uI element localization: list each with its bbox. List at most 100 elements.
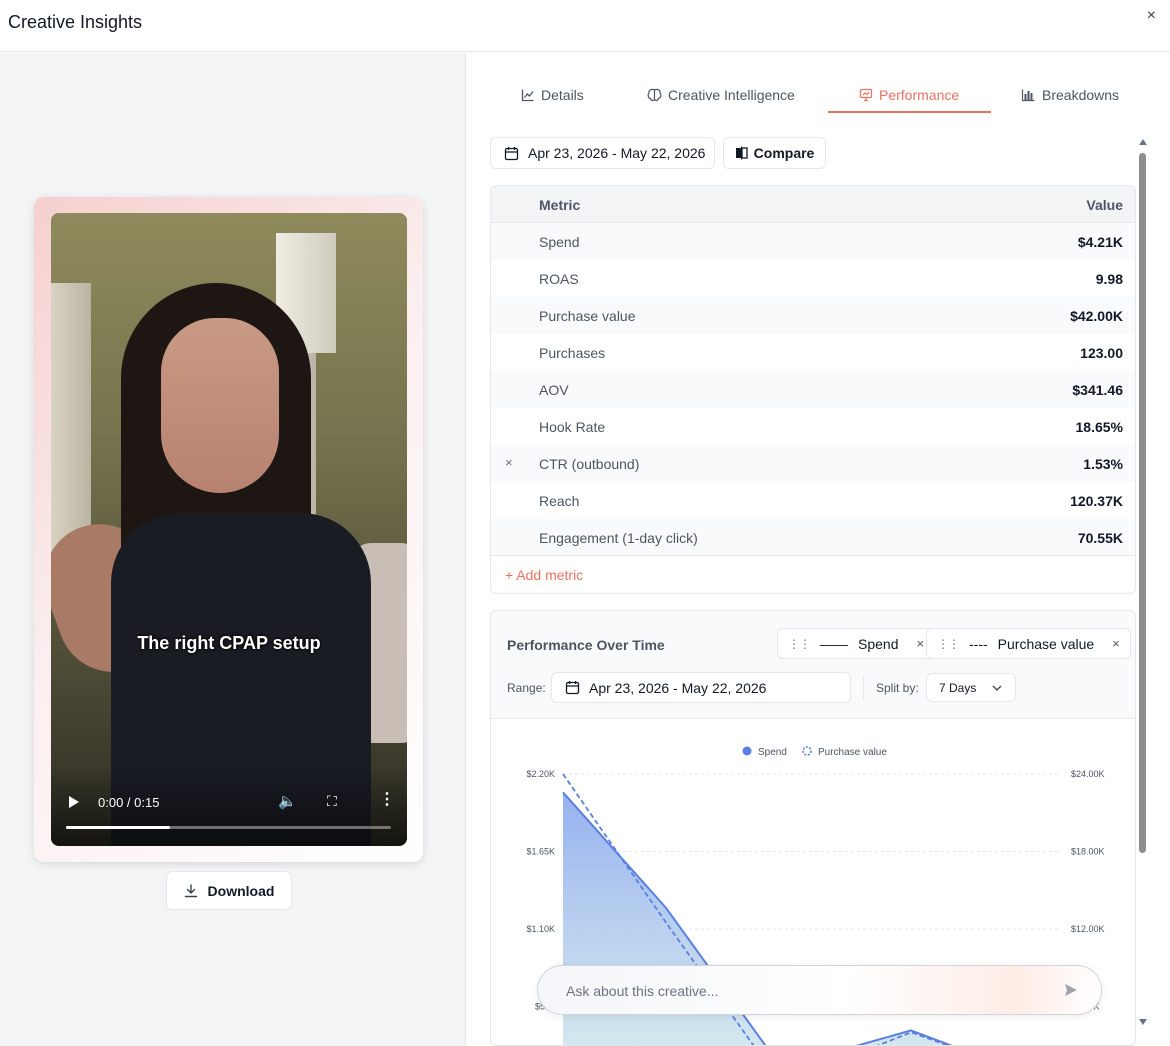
video-progress-bar[interactable]	[66, 826, 391, 829]
compare-label: Compare	[753, 145, 815, 161]
table-row[interactable]: Purchase value $42.00K	[491, 297, 1135, 334]
metric-name: Spend	[539, 234, 580, 250]
range-label: Range:	[507, 681, 546, 695]
metric-value: 9.98	[1095, 271, 1123, 287]
table-row[interactable]: AOV $341.46	[491, 371, 1135, 408]
send-icon[interactable]	[1063, 982, 1079, 998]
metric-name: AOV	[539, 382, 569, 398]
y-left-tick-label: $1.65K	[526, 847, 555, 857]
tab-breakdowns[interactable]: Breakdowns	[1021, 87, 1119, 103]
split-by-select[interactable]: 7 Days	[926, 673, 1016, 702]
metric-value: 1.53%	[1083, 456, 1123, 472]
video-card: The right CPAP setup 0:00 / 0:15 🔈 ⛶ ⋮	[34, 197, 423, 862]
calendar-icon	[565, 681, 580, 695]
metric-name: Purchases	[539, 345, 606, 361]
legend-label-purchase-value: Purchase value	[818, 747, 887, 758]
tab-creative-intelligence[interactable]: Creative Intelligence	[647, 87, 795, 103]
ask-placeholder: Ask about this creative...	[566, 983, 719, 999]
tab-bar: Details Creative Intelligence Performanc…	[467, 53, 1170, 113]
y-right-tick-label: $12.00K	[1071, 924, 1105, 934]
dialog-title: Creative Insights	[8, 12, 143, 32]
series-pill-spend[interactable]: ⋮⋮ —— Spend ×	[777, 628, 936, 659]
tab-breakdowns-label: Breakdowns	[1042, 87, 1120, 103]
range-value: Apr 23, 2026 - May 22, 2026	[589, 679, 767, 696]
video-player[interactable]: The right CPAP setup 0:00 / 0:15 🔈 ⛶ ⋮	[51, 213, 407, 846]
creative-preview-panel: The right CPAP setup 0:00 / 0:15 🔈 ⛶ ⋮ D…	[0, 53, 466, 1046]
split-by-value: 7 Days	[939, 680, 977, 695]
fullscreen-icon[interactable]: ⛶	[327, 793, 337, 810]
scroll-up-icon[interactable]	[1139, 139, 1147, 145]
divider	[863, 677, 864, 699]
tab-details[interactable]: Details	[521, 87, 584, 103]
table-row[interactable]: Hook Rate 18.65%	[491, 408, 1135, 445]
performance-controls: Performance Over Time ⋮⋮ —— Spend × ⋮⋮ -…	[491, 611, 1135, 719]
series-pill-label: Spend	[858, 635, 899, 652]
tab-performance[interactable]: Performance	[859, 87, 959, 103]
range-date-picker[interactable]: Apr 23, 2026 - May 22, 2026	[551, 672, 851, 703]
performance-title: Performance Over Time	[507, 637, 665, 653]
volume-icon[interactable]: 🔈	[278, 792, 297, 810]
legend-label-spend: Spend	[758, 747, 787, 758]
compare-icon	[735, 146, 748, 160]
scrollbar-thumb[interactable]	[1139, 153, 1146, 853]
chevron-down-icon	[992, 685, 1002, 691]
metric-value: $341.46	[1072, 382, 1123, 398]
bar-chart-icon	[1021, 89, 1035, 102]
table-row[interactable]: × CTR (outbound) 1.53%	[491, 445, 1135, 482]
metrics-table: Metric Value Spend $4.21K ROAS 9.98 Purcha…	[490, 185, 1136, 594]
tab-details-label: Details	[541, 87, 584, 103]
table-row[interactable]: Purchases 123.00	[491, 334, 1135, 371]
metrics-table-header: Metric Value	[491, 186, 1135, 223]
remove-series-icon[interactable]: ×	[1112, 636, 1120, 651]
insights-panel: Details Creative Intelligence Performanc…	[467, 53, 1170, 1046]
video-frame-person-face	[161, 318, 279, 493]
play-icon[interactable]	[69, 796, 79, 808]
metric-value: 70.55K	[1077, 530, 1123, 546]
compare-button[interactable]: Compare	[723, 137, 826, 169]
line-chart-icon	[521, 89, 534, 102]
value-column-header: Value	[1086, 197, 1123, 213]
metric-value: $4.21K	[1077, 234, 1123, 250]
scroll-down-icon[interactable]	[1139, 1019, 1147, 1025]
table-row[interactable]: Spend $4.21K	[491, 223, 1135, 260]
remove-series-icon[interactable]: ×	[916, 636, 924, 651]
download-label: Download	[207, 882, 275, 899]
date-range-picker[interactable]: Apr 23, 2026 - May 22, 2026	[490, 137, 715, 169]
video-caption: The right CPAP setup	[137, 633, 321, 653]
metric-name: CTR (outbound)	[539, 456, 640, 472]
drag-handle-icon[interactable]: ⋮⋮	[788, 637, 811, 651]
tab-creative-intelligence-label: Creative Intelligence	[668, 87, 795, 103]
presentation-chart-icon	[859, 88, 873, 102]
solid-line-icon: ——	[820, 635, 848, 652]
metrics-rows: Spend $4.21K ROAS 9.98 Purchase value $42.0…	[491, 223, 1135, 556]
table-row[interactable]: Reach 120.37K	[491, 482, 1135, 519]
y-left-tick-label: $2.20K	[526, 769, 555, 779]
remove-metric-icon[interactable]: ×	[505, 455, 513, 470]
download-button[interactable]: Download	[166, 871, 292, 910]
metric-name: Reach	[539, 493, 580, 509]
table-row[interactable]: Engagement (1-day click) 70.55K	[491, 519, 1135, 556]
y-right-tick-label: $18.00K	[1071, 847, 1105, 857]
drag-handle-icon[interactable]: ⋮⋮	[937, 637, 960, 651]
metric-value: $42.00K	[1070, 308, 1123, 324]
add-metric-button[interactable]: + Add metric	[491, 555, 1135, 593]
metric-name: Hook Rate	[539, 419, 606, 435]
table-row[interactable]: ROAS 9.98	[491, 260, 1135, 297]
metric-name: Engagement (1-day click)	[539, 530, 698, 546]
metric-column-header: Metric	[539, 197, 581, 213]
scrollbar[interactable]	[1137, 139, 1149, 1025]
close-icon[interactable]: ×	[1147, 7, 1156, 25]
y-right-tick-label: $24.00K	[1071, 769, 1105, 779]
legend-marker-purchase-value	[802, 746, 812, 756]
ask-creative-input[interactable]: Ask about this creative...	[537, 965, 1102, 1015]
split-by-label: Split by:	[876, 681, 919, 695]
video-progress-fill	[66, 826, 170, 829]
calendar-icon	[504, 146, 519, 160]
metric-value: 123.00	[1080, 345, 1123, 361]
metric-name: Purchase value	[539, 308, 636, 324]
dashed-line-icon: ----	[969, 635, 988, 652]
legend-marker-spend	[742, 746, 752, 756]
series-pill-purchase-value[interactable]: ⋮⋮ ---- Purchase value ×	[926, 628, 1131, 659]
tab-performance-label: Performance	[879, 87, 960, 103]
more-options-icon[interactable]: ⋮	[379, 789, 395, 809]
